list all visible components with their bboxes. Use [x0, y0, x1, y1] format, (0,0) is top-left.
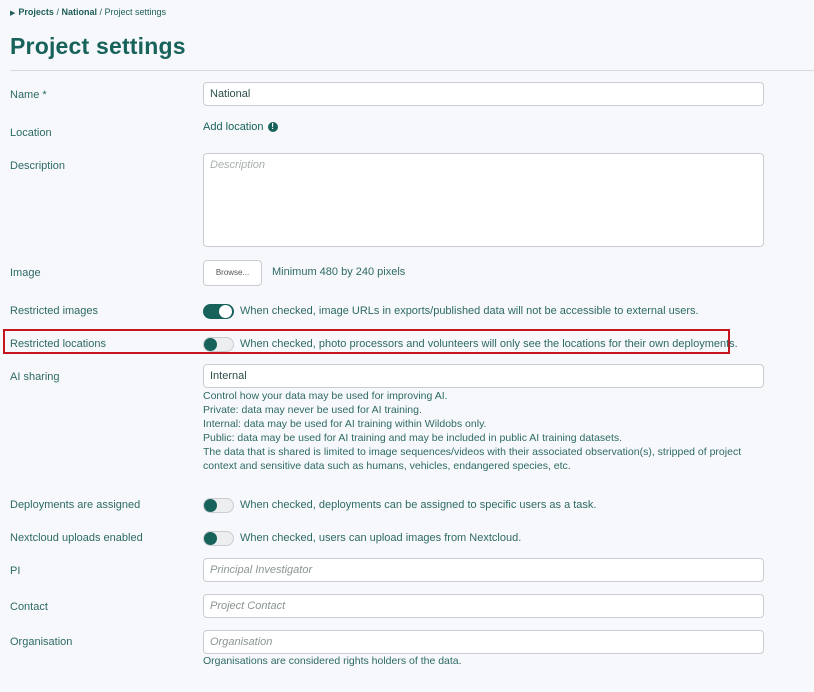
breadcrumb-projects-link[interactable]: Projects — [18, 7, 54, 17]
deployments-assigned-toggle[interactable] — [203, 498, 234, 513]
breadcrumb-separator: / — [99, 7, 103, 17]
pi-input[interactable]: Principal Investigator — [203, 558, 764, 582]
deployments-assigned-description: When checked, deployments can be assigne… — [240, 499, 597, 511]
restricted-images-description: When checked, image URLs in exports/publ… — [240, 305, 699, 317]
toggle-knob — [219, 305, 232, 318]
ai-sharing-select[interactable]: Internal — [203, 364, 764, 388]
organisation-label: Organisation — [10, 636, 73, 648]
breadcrumb: ▶ Projects / National / Project settings — [10, 7, 166, 17]
nextcloud-label: Nextcloud uploads enabled — [10, 532, 143, 544]
ai-help-line: The data that is shared is limited to im… — [203, 446, 742, 458]
breadcrumb-project-link[interactable]: National — [61, 7, 97, 17]
description-label: Description — [10, 160, 66, 172]
title-divider — [10, 70, 814, 71]
restricted-images-toggle[interactable] — [203, 304, 234, 319]
ai-sharing-label: AI sharing — [10, 371, 60, 383]
breadcrumb-current: Project settings — [104, 7, 167, 17]
image-label: Image — [10, 267, 41, 279]
restricted-images-label: Restricted images — [10, 305, 99, 317]
location-label: Location — [10, 127, 52, 139]
add-location-label: Add location — [203, 121, 264, 133]
image-size-hint: Minimum 480 by 240 pixels — [272, 266, 406, 278]
ai-help-line: Internal: data may be used for AI traini… — [203, 418, 487, 430]
ai-sharing-help: Control how your data may be used for im… — [203, 389, 741, 473]
name-input[interactable]: National — [203, 82, 764, 106]
nextcloud-toggle[interactable] — [203, 531, 234, 546]
toggle-knob — [204, 338, 217, 351]
nextcloud-description: When checked, users can upload images fr… — [240, 532, 522, 544]
ai-help-line: context and sensitive data such as human… — [203, 460, 571, 472]
deployments-assigned-label: Deployments are assigned — [10, 499, 141, 511]
contact-input[interactable]: Project Contact — [203, 594, 764, 618]
add-location-link[interactable]: Add location! — [203, 121, 278, 133]
restricted-locations-label: Restricted locations — [10, 338, 106, 350]
ai-help-line: Public: data may be used for AI training… — [203, 432, 623, 444]
description-textarea[interactable]: Description — [203, 153, 764, 247]
restricted-locations-description: When checked, photo processors and volun… — [240, 338, 738, 350]
ai-help-line: Private: data may never be used for AI t… — [203, 404, 422, 416]
organisation-hint: Organisations are considered rights hold… — [203, 655, 462, 667]
warning-icon: ! — [267, 122, 278, 133]
ai-help-line: Control how your data may be used for im… — [203, 390, 448, 402]
page-title: Project settings — [10, 33, 186, 59]
organisation-input[interactable]: Organisation — [203, 630, 764, 654]
toggle-knob — [204, 499, 217, 512]
breadcrumb-toggle-icon[interactable]: ▶ — [10, 10, 15, 17]
restricted-locations-toggle[interactable] — [203, 337, 234, 352]
toggle-knob — [204, 532, 217, 545]
browse-button[interactable]: Browse... — [203, 260, 262, 286]
name-label: Name * — [10, 89, 47, 101]
pi-label: PI — [10, 565, 21, 577]
breadcrumb-separator: / — [56, 7, 59, 17]
contact-label: Contact — [10, 601, 48, 613]
